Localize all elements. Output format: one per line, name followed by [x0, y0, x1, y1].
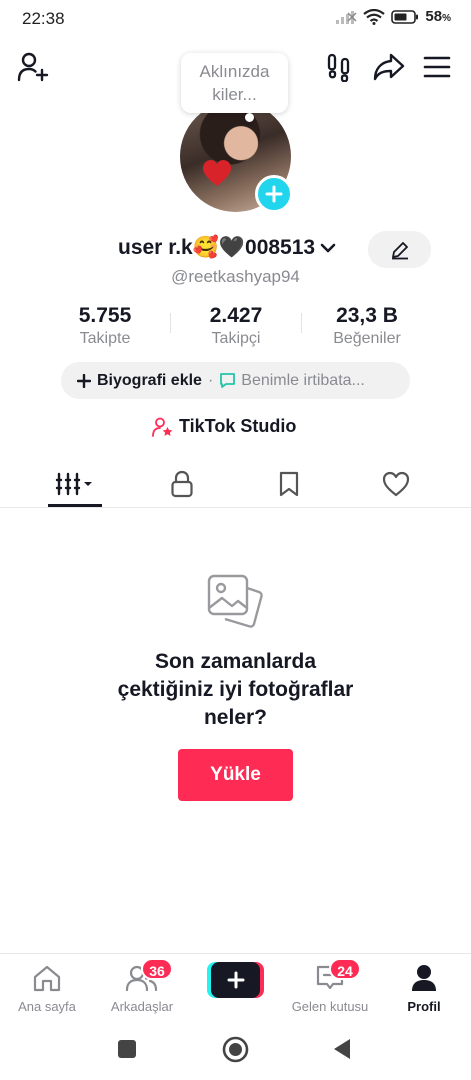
share-profile-button[interactable] — [372, 50, 406, 84]
plus-icon — [265, 185, 283, 203]
nav-friends[interactable]: Arkadaşlar 36 — [97, 958, 187, 1014]
plus-icon — [77, 373, 91, 388]
nav-inbox[interactable]: Gelen kutusu 24 — [285, 958, 375, 1014]
add-story-button[interactable] — [255, 175, 293, 213]
empty-line-2: çektiğiniz iyi fotoğraflar — [117, 678, 354, 701]
footprints-icon — [327, 53, 350, 82]
status-time: 22:38 — [22, 9, 65, 28]
heart-sticker-icon — [203, 160, 231, 186]
nav-inbox-label: Gelen kutusu — [291, 999, 369, 1014]
contact-button[interactable]: Benimle irtibata... — [241, 372, 365, 390]
plus-icon — [227, 971, 244, 989]
upload-button[interactable]: Yükle — [178, 749, 293, 801]
chat-bubble-icon — [220, 373, 236, 388]
battery-icon — [391, 9, 419, 24]
lock-icon — [171, 470, 193, 497]
display-name: user r.k🥰🖤008513 — [118, 236, 316, 259]
active-tab-indicator — [48, 504, 102, 507]
signal-icon — [336, 10, 357, 24]
nav-profile[interactable]: Profil — [379, 962, 469, 1014]
bio-actions: Biyografi ekle · Benimle irtibata... — [61, 362, 410, 399]
tiktok-studio-link[interactable]: TikTok Studio — [152, 416, 296, 437]
creator-star-icon — [152, 417, 173, 437]
recents-icon[interactable] — [117, 1039, 137, 1059]
empty-line-1: Son zamanlarda — [154, 650, 317, 673]
followers-count: 2.427 — [209, 304, 263, 327]
heart-icon — [382, 471, 410, 496]
chevron-down-icon — [320, 243, 336, 253]
inbox-badge: 24 — [329, 958, 361, 980]
menu-button[interactable] — [420, 50, 454, 84]
profile-views-button[interactable] — [323, 50, 357, 84]
nav-home-label: Ana sayfa — [18, 999, 76, 1014]
share-icon — [373, 53, 405, 81]
nav-profile-label: Profil — [407, 999, 441, 1014]
friends-badge: 36 — [141, 958, 173, 980]
likes-count: 23,3 B — [336, 304, 398, 327]
pencil-icon — [391, 241, 408, 259]
hamburger-icon — [423, 56, 451, 78]
bookmark-icon — [279, 471, 299, 496]
stat-followers[interactable]: 2.427 Takipçi — [171, 304, 301, 348]
home-circle-icon[interactable] — [222, 1036, 249, 1063]
note-line-2: kiler... — [212, 85, 257, 104]
content-tabs — [0, 460, 471, 508]
photos-icon — [207, 574, 263, 628]
profile-stats: 5.755 Takipte 2.427 Takipçi 23,3 B Beğen… — [0, 304, 471, 354]
empty-line-3: neler? — [203, 706, 268, 729]
profile-icon — [412, 965, 436, 991]
following-label: Takipte — [79, 330, 131, 347]
status-bar: 22:38 58% — [0, 0, 471, 36]
stat-following[interactable]: 5.755 Takipte — [40, 304, 170, 348]
add-user-icon — [17, 52, 49, 82]
username-handle: @reetkashyap94 — [171, 267, 300, 286]
wifi-icon — [363, 8, 386, 25]
tab-liked[interactable] — [356, 460, 436, 507]
account-switcher[interactable]: user r.k🥰🖤008513 — [118, 236, 336, 260]
add-friend-button[interactable] — [16, 50, 50, 84]
back-icon[interactable] — [332, 1037, 352, 1061]
battery-percent: 58% — [425, 8, 451, 25]
stat-likes[interactable]: 23,3 B Beğeniler — [302, 304, 432, 348]
studio-label: TikTok Studio — [179, 416, 297, 436]
grid-videos-icon — [55, 472, 92, 495]
system-navigation — [0, 1020, 471, 1080]
status-icons: 58% — [335, 8, 451, 25]
nav-home[interactable]: Ana sayfa — [2, 962, 92, 1014]
bio-separator: · — [207, 371, 214, 389]
likes-label: Beğeniler — [333, 330, 401, 347]
note-line-1: Aklınızda — [199, 62, 270, 81]
followers-label: Takipçi — [211, 330, 261, 347]
create-button[interactable] — [207, 962, 264, 998]
tab-videos[interactable] — [35, 460, 115, 507]
add-bio-button[interactable]: Biyografi ekle — [97, 372, 202, 390]
tab-private[interactable] — [142, 460, 222, 507]
home-icon — [33, 965, 61, 992]
edit-profile-button[interactable] — [368, 231, 431, 268]
nav-friends-label: Arkadaşlar — [110, 999, 174, 1014]
empty-state-message: Son zamanlarda çektiğiniz iyi fotoğrafla… — [0, 648, 471, 732]
tab-saved[interactable] — [249, 460, 329, 507]
following-count: 5.755 — [78, 304, 132, 327]
note-bubble[interactable]: Aklınızda kiler... — [181, 53, 288, 122]
